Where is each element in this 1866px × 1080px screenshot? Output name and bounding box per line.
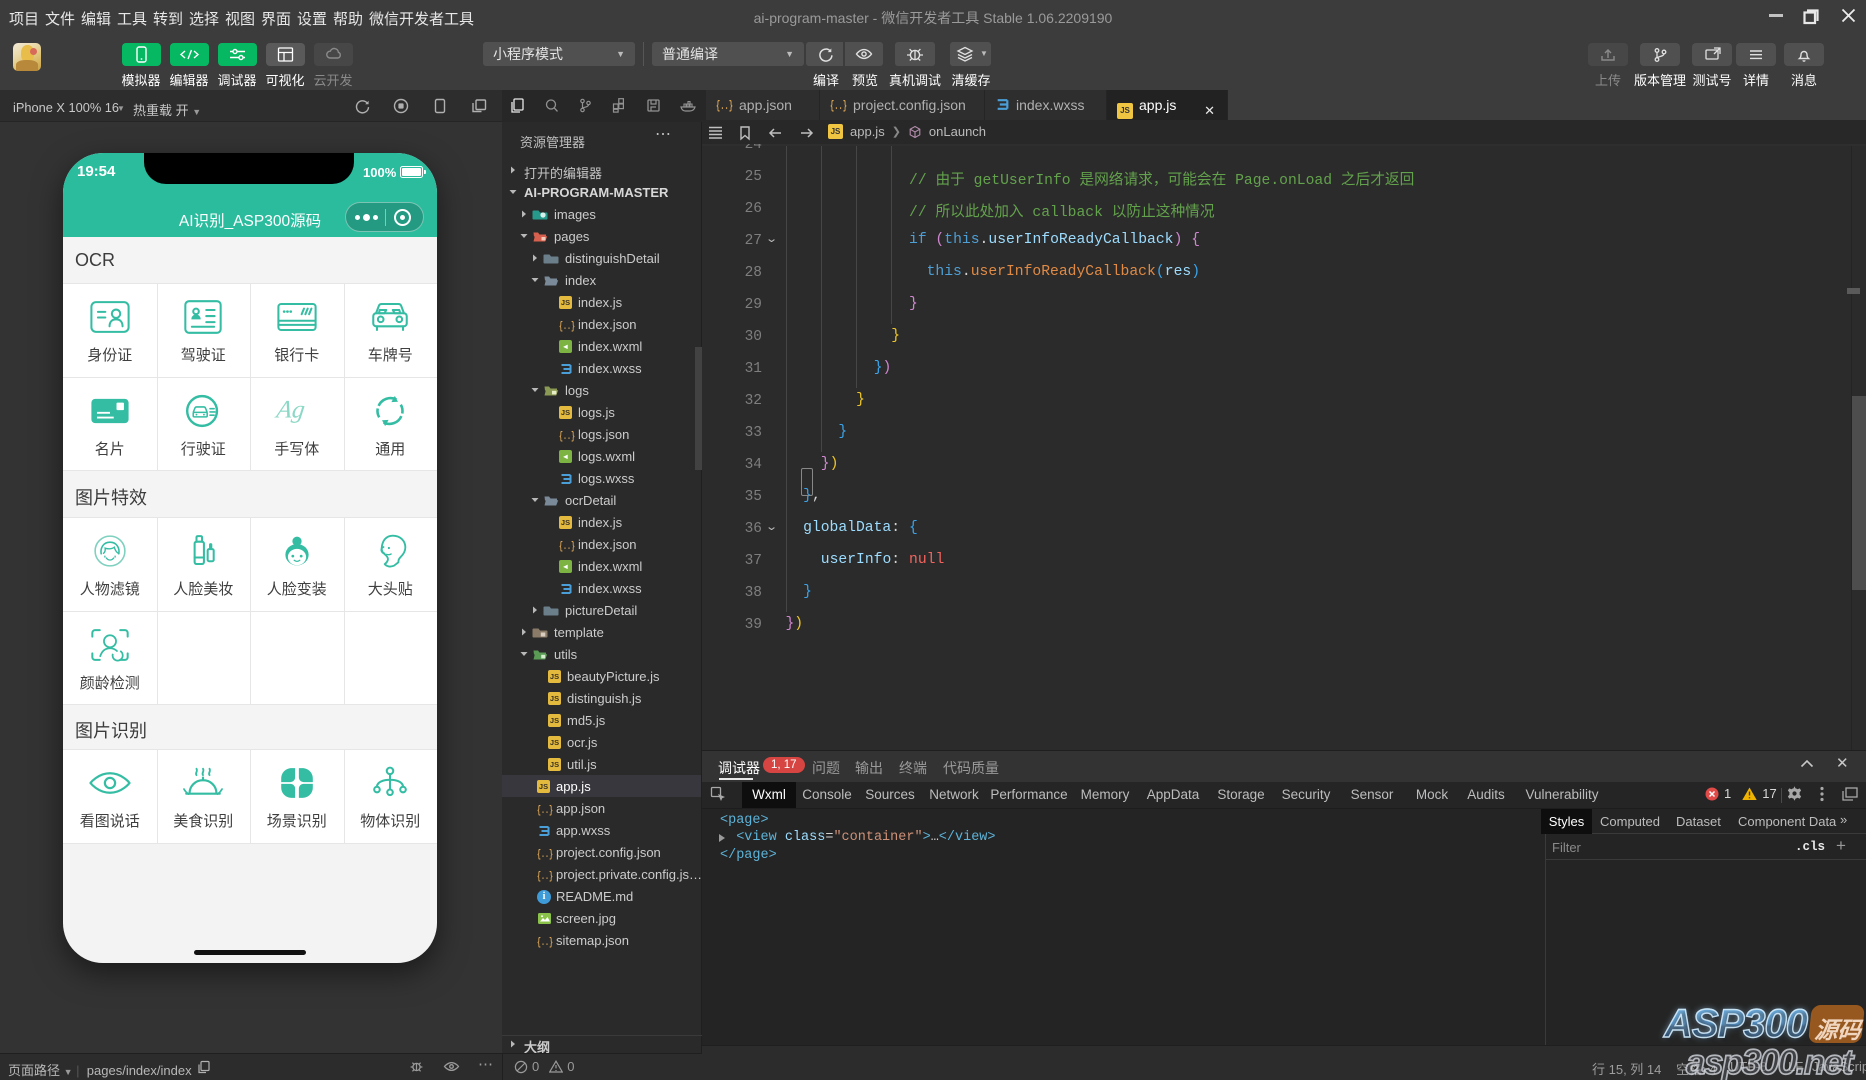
svg-text:{..}: {..}	[537, 849, 553, 860]
svg-text:{..}: {..}	[559, 541, 575, 552]
svg-text:{..}: {..}	[537, 937, 553, 948]
svg-text:{..}: {..}	[716, 99, 733, 112]
svg-text:{..}: {..}	[559, 321, 575, 332]
svg-text:{..}: {..}	[830, 99, 847, 112]
svg-text:Ag: Ag	[273, 396, 307, 423]
svg-text:{..}: {..}	[559, 431, 575, 442]
svg-text:{..}: {..}	[537, 871, 553, 882]
svg-text:{..}: {..}	[537, 805, 553, 816]
